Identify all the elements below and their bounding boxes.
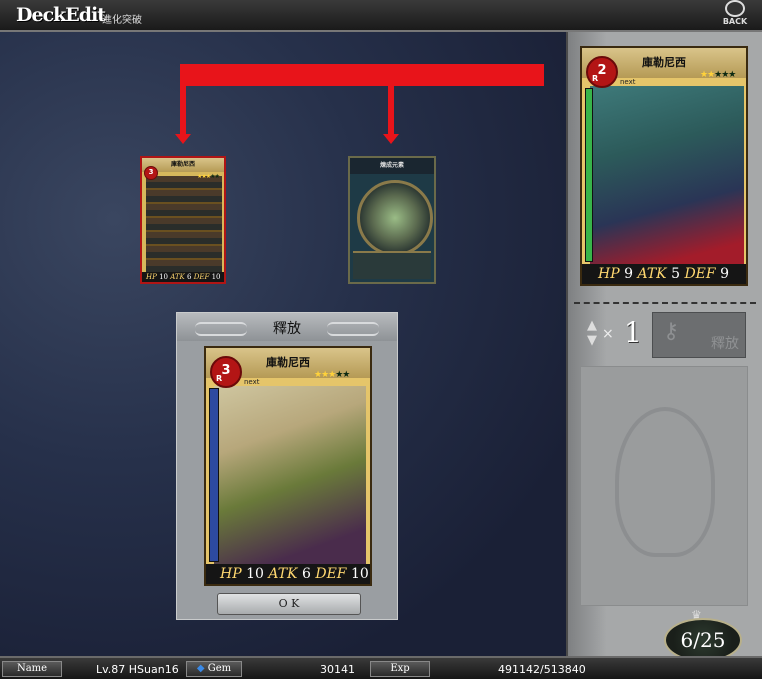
key-icon: ⚷ [663,319,680,344]
stars-dim: ★★★ [714,70,736,80]
def-value: 10 [350,566,369,582]
rarity-letter: R [216,374,223,383]
connector-drop-right [388,64,394,136]
stars-lit: ★★ [700,70,715,80]
gem-label: Gem [207,663,232,674]
card-portrait [146,176,222,272]
hp-gauge [209,388,219,562]
arrow-right-icon [383,134,399,144]
back-button[interactable]: BACK [716,0,754,28]
next-label: next [620,78,636,86]
card-level: 3 [148,168,154,176]
rarity-letter: R [592,74,599,83]
release-button-label: 釋放 [711,336,739,352]
player-name: Lv.87 HSuan16 [96,663,179,676]
rarity-badge: 2 [586,56,618,88]
stars-lit: ★★★ [314,370,336,380]
empty-card-slot [580,366,748,606]
stars-dim: ★★ [210,173,220,180]
top-bar: DeckEdit 進化突破 BACK [0,0,762,32]
next-label: next [244,378,260,386]
panel-header: 釋放 [177,313,397,341]
hp-label: HP [146,273,157,281]
hp-label: HP [598,266,620,282]
card-stats: HP 10 ATK 6 DEF 10 [206,564,370,584]
hp-label: HP [220,566,242,582]
preview-card: 庫勒尼西 2 R next ★★★★★ HP 9 ATK 5 DEF 9 [580,46,748,286]
def-label: DEF [315,566,347,582]
release-button: ⚷ 釋放 [652,312,746,358]
card-stats: HP 10 ATK 6 DEF 10 [142,272,224,282]
times-sign: × [602,326,614,342]
result-card[interactable]: 庫勒尼西 3 R next ★★★★★ HP 10 ATK 6 DEF 10 [204,346,372,586]
release-count: 1 [624,316,642,349]
atk-value: 6 [301,566,311,582]
base-card[interactable]: 庫勒尼西 3 ★★★★★ HP 10 ATK 6 DEF 10 [140,156,226,284]
arrow-left-icon [175,134,191,144]
hp-value: 9 [624,266,634,282]
ok-button[interactable]: O K [217,593,361,615]
back-icon [725,0,745,17]
def-value: 10 [211,273,221,281]
hp-value: 10 [159,273,168,281]
atk-value: 6 [187,273,192,281]
gem-tag: ◆ Gem [186,661,242,677]
def-label: DEF [193,273,210,281]
rarity-badge: 3 [210,356,242,388]
card-plate [353,251,431,279]
star-rating: ★★★★★ [314,370,350,380]
gem-value: 30141 [320,663,355,676]
star-rating: ★★★★★ [700,70,736,80]
rarity-badge: 3 [144,166,158,180]
def-value: 9 [720,266,729,282]
atk-value: 5 [671,266,680,282]
stars-dim: ★★ [335,370,350,380]
gem-icon: ◆ [196,663,205,674]
exp-value: 491142/513840 [498,663,586,676]
card-level: 3 [221,363,231,378]
status-bar: Name Lv.87 HSuan16 ◆ Gem 30141 Exp 49114… [0,656,762,679]
name-tag: Name [2,661,62,677]
up-down-arrows-icon[interactable]: ▲ ▼ [584,318,600,354]
card-name: 煉成元素 [350,158,434,174]
screen-subtitle: 進化突破 [102,15,142,26]
panel-divider [574,302,756,304]
hp-gauge [585,88,593,262]
ornament-right-icon [327,322,379,336]
stars-lit: ★★★ [197,173,211,180]
card-portrait [214,386,366,564]
connector-bar [180,64,544,86]
atk-label: ATK [268,566,298,582]
atk-label: ATK [637,266,667,282]
card-portrait [590,86,744,264]
element-icon [357,180,433,256]
frog-emblem-icon [615,407,715,557]
hp-value: 10 [246,566,264,582]
card-stats: HP 9 ATK 5 DEF 9 [582,264,746,284]
exp-tag: Exp [370,661,430,677]
back-label: BACK [722,17,748,26]
app-title: DeckEdit [16,4,106,26]
atk-label: ATK [170,273,185,281]
star-rating: ★★★★★ [197,173,220,180]
connector-drop-left [180,64,186,136]
def-label: DEF [684,266,716,282]
material-card[interactable]: 煉成元素 [348,156,436,284]
card-level: 2 [597,63,607,78]
